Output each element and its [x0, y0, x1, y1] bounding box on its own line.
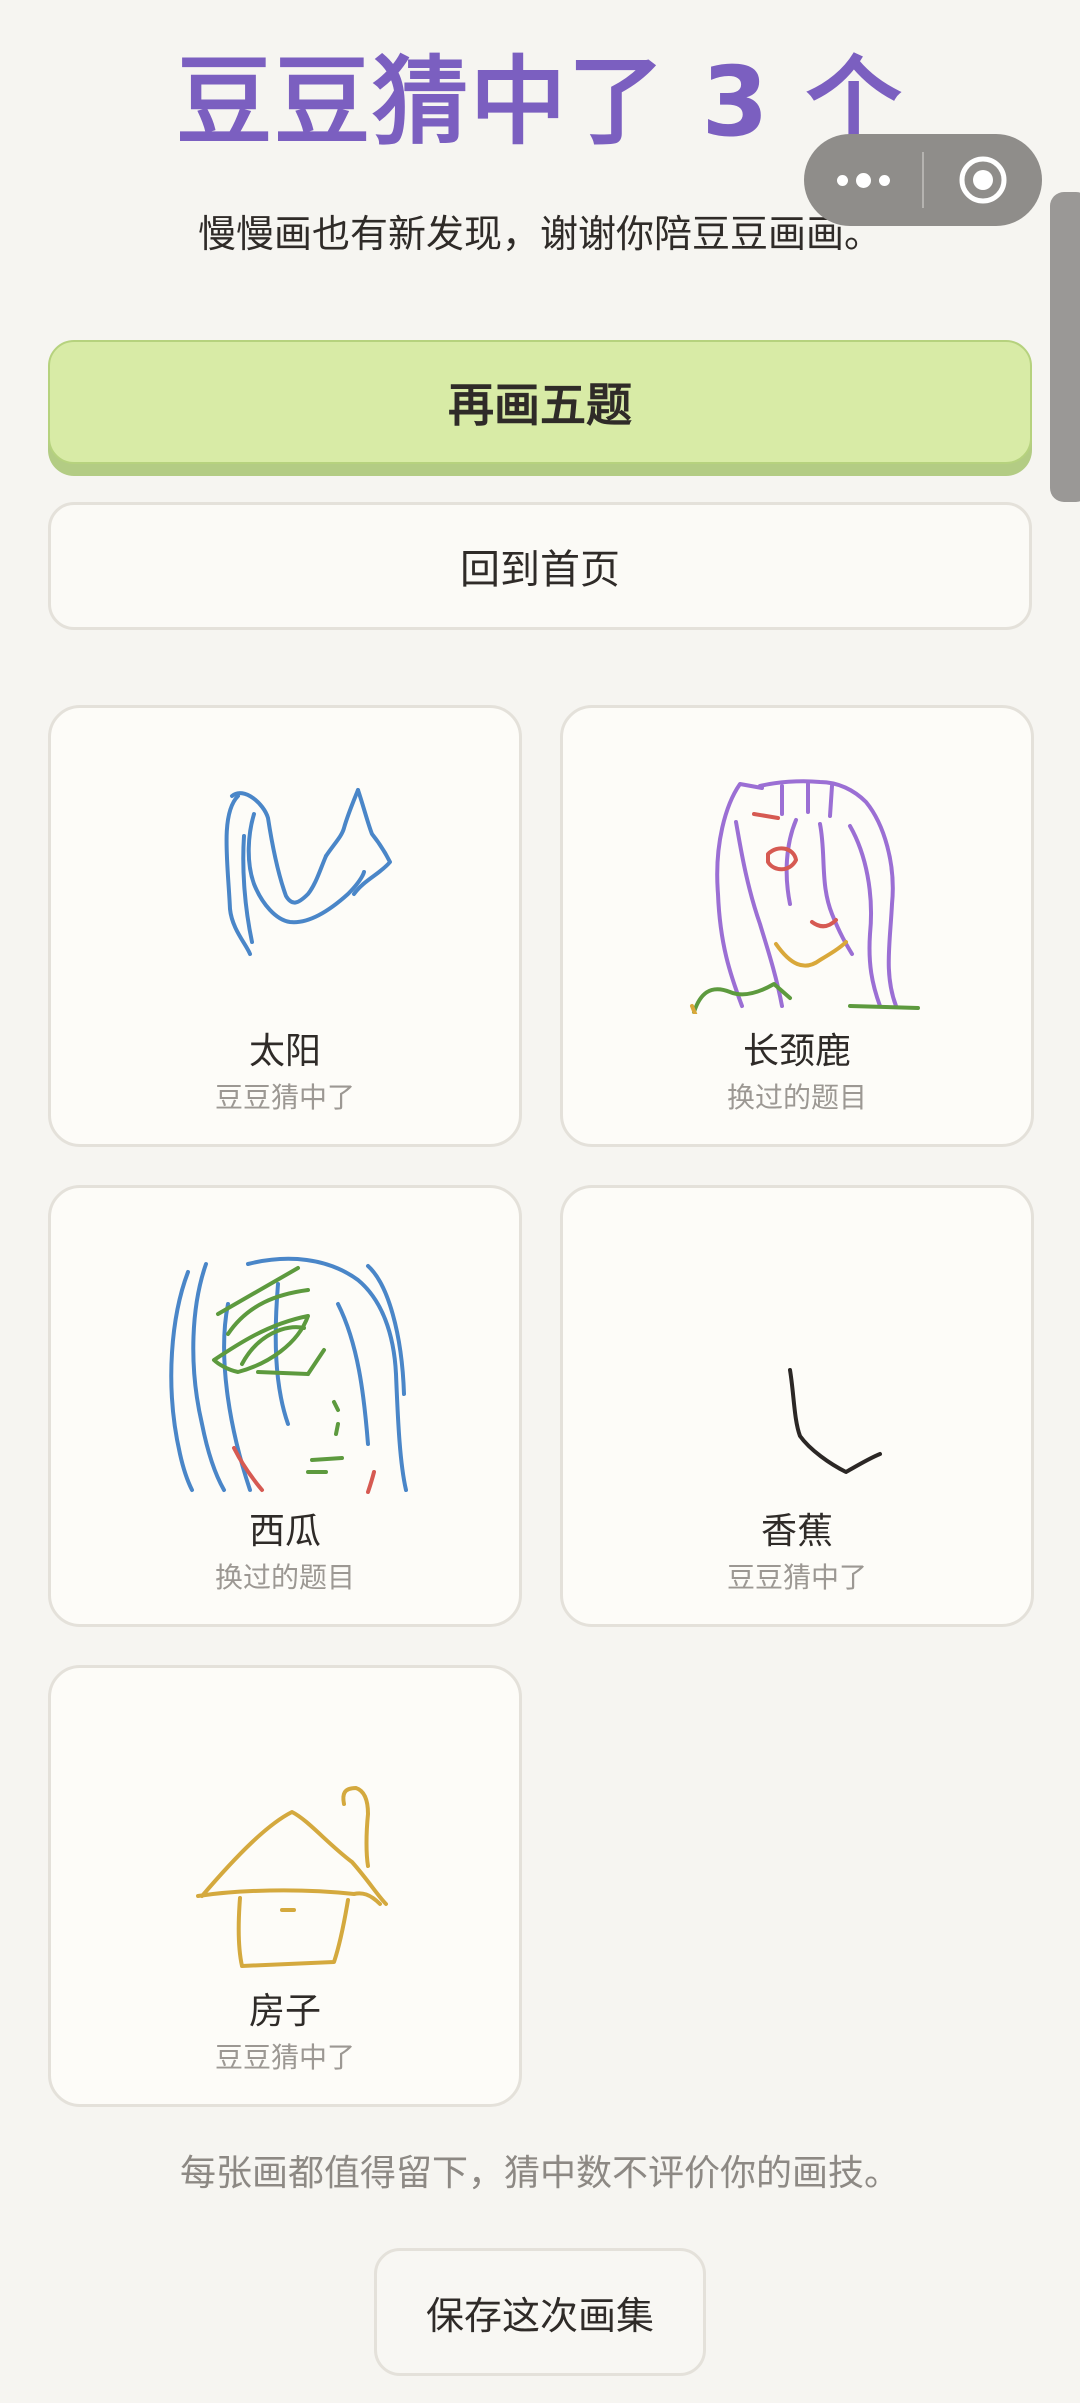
drawing-thumbnail: [169, 1256, 408, 1494]
card-status: 换过的题目: [726, 1081, 867, 1114]
drawing-card[interactable]: 香蕉 豆豆猜中了: [560, 1185, 1034, 1627]
drawing-thumbnail: [196, 1786, 388, 1968]
drawing-card[interactable]: 房子 豆豆猜中了: [48, 1665, 522, 2107]
drawing-card[interactable]: 长颈鹿 换过的题目: [560, 705, 1034, 1147]
drawing-thumbnail: [788, 1368, 882, 1474]
more-dots-icon[interactable]: [804, 134, 922, 226]
drawing-card[interactable]: 太阳 豆豆猜中了: [48, 705, 522, 1147]
card-title: 西瓜: [248, 1511, 321, 1552]
back-home-button[interactable]: 回到首页: [48, 502, 1032, 630]
footer-note: 每张画都值得留下，猜中数不评价你的画技。: [179, 2153, 900, 2194]
save-collection-button[interactable]: 保存这次画集: [374, 2248, 706, 2376]
card-status: 换过的题目: [214, 1561, 355, 1594]
drawing-card[interactable]: 西瓜 换过的题目: [48, 1185, 522, 1627]
card-title: 房子: [248, 1991, 321, 2032]
miniprogram-capsule: [804, 134, 1042, 226]
card-title: 太阳: [248, 1031, 321, 1072]
card-status: 豆豆猜中了: [726, 1561, 867, 1594]
card-title: 香蕉: [760, 1511, 833, 1552]
drawing-thumbnail: [224, 788, 392, 956]
side-scroll-handle[interactable]: [1050, 192, 1080, 502]
card-status: 豆豆猜中了: [214, 1081, 355, 1114]
card-status: 豆豆猜中了: [214, 2041, 355, 2074]
draw-again-button[interactable]: 再画五题: [48, 340, 1032, 464]
card-title: 长颈鹿: [742, 1031, 851, 1072]
target-circle-icon[interactable]: [924, 154, 1042, 206]
drawing-thumbnail: [690, 779, 920, 1014]
